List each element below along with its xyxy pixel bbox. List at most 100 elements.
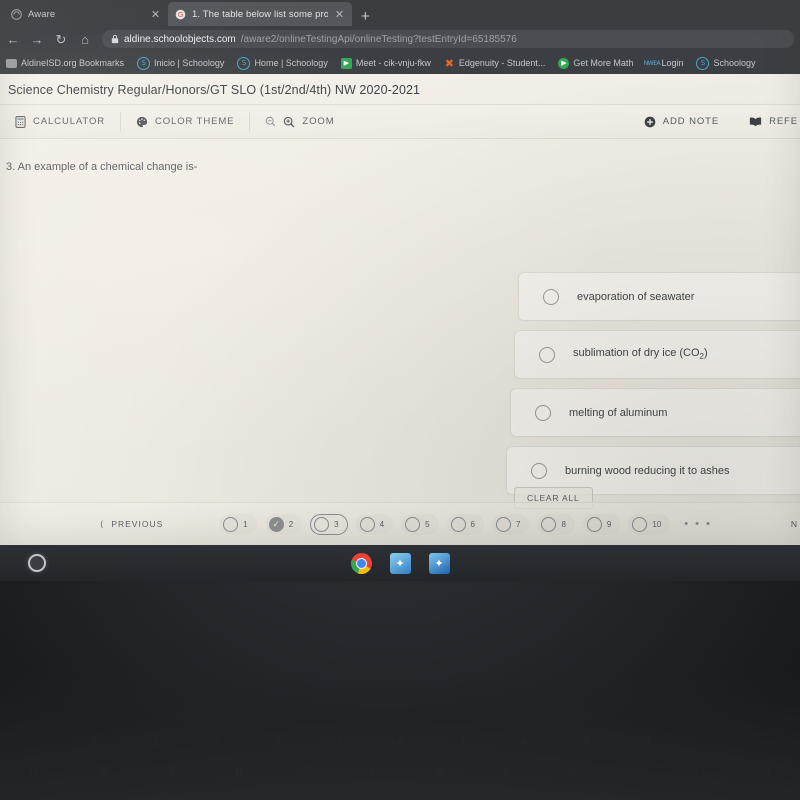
app-glyph: ✦ bbox=[434, 557, 444, 570]
page-title: Science Chemistry Regular/Honors/GT SLO … bbox=[8, 83, 421, 97]
calculator-label: CALCULATOR bbox=[33, 116, 105, 127]
question-number: 2 bbox=[288, 519, 294, 529]
tab-close-icon[interactable]: ✕ bbox=[150, 8, 161, 21]
browser-tab-0[interactable]: Aware ✕ bbox=[4, 2, 168, 26]
bookmark-item-4[interactable]: ✖ Edgenuity - Student... bbox=[444, 57, 546, 70]
app-icon-blue-1[interactable]: ✦ bbox=[389, 552, 411, 574]
toolbar-right-group: ADD NOTE REFE bbox=[629, 116, 800, 128]
test-page: Science Chemistry Regular/Honors/GT SLO … bbox=[0, 74, 800, 545]
folder-icon bbox=[6, 58, 17, 68]
question-status-dot-answered: ✓ bbox=[268, 516, 284, 532]
new-tab-button[interactable]: + bbox=[352, 9, 379, 26]
keyboard-row-upper: ~1 2 3 4 5 6 7 8 9 0- = bbox=[27, 735, 773, 748]
bookmark-label: AldineISD.org Bookmarks bbox=[21, 58, 125, 68]
book-icon bbox=[749, 117, 762, 127]
answer-option-label: melting of aluminum bbox=[569, 406, 668, 419]
browser-tab-title: 1. The table below list some pro bbox=[192, 8, 328, 20]
plus-circle-icon bbox=[644, 116, 656, 127]
answer-options-list: evaporation of seawater sublimation of d… bbox=[506, 272, 800, 504]
radio-button[interactable] bbox=[535, 404, 551, 421]
bookmark-item-6[interactable]: NWEA Login bbox=[643, 58, 684, 69]
reload-icon[interactable]: ↻ bbox=[54, 33, 68, 46]
answer-option-label: sublimation of dry ice (CO2) bbox=[573, 347, 708, 362]
schoology-icon: S bbox=[696, 56, 710, 70]
question-nav-item-8[interactable]: 8 bbox=[537, 513, 575, 535]
bookmark-item-1[interactable]: S Inicio | Schoology bbox=[137, 56, 225, 70]
question-status-dot bbox=[495, 516, 511, 532]
question-number: 9 bbox=[606, 519, 612, 529]
zoom-control[interactable]: ZOOM bbox=[250, 105, 349, 138]
test-toolbar: CALCULATOR COLOR THEME ZOOM ADD NOTE REF… bbox=[0, 104, 800, 139]
answer-option-label: burning wood reducing it to ashes bbox=[565, 464, 730, 477]
calculator-icon bbox=[15, 115, 26, 128]
radio-button[interactable] bbox=[539, 346, 555, 363]
keyboard-row-lower: QWERTY U I O P[] bbox=[29, 765, 770, 778]
address-bar[interactable]: aldine.schoolobjects.com/aware2/onlineTe… bbox=[102, 30, 794, 48]
radio-button[interactable] bbox=[531, 462, 547, 479]
question-number: 6 bbox=[470, 519, 475, 529]
get-more-math-icon: ▶ bbox=[558, 57, 570, 69]
bookmark-label: Schoology bbox=[713, 58, 756, 68]
lock-icon bbox=[111, 34, 119, 44]
launcher-button[interactable] bbox=[28, 554, 46, 572]
aware-icon bbox=[11, 8, 22, 20]
bookmark-item-0[interactable]: AldineISD.org Bookmarks bbox=[6, 58, 124, 68]
chrome-icon[interactable] bbox=[350, 552, 372, 574]
question-status-dot bbox=[223, 516, 239, 532]
reference-button[interactable]: REFE bbox=[734, 116, 800, 127]
question-number: 10 bbox=[652, 519, 662, 529]
bookmark-label: Inicio | Schoology bbox=[154, 58, 225, 68]
question-nav-item-5[interactable]: 5 bbox=[401, 513, 439, 535]
home-icon[interactable]: ⌂ bbox=[78, 33, 92, 46]
color-theme-button[interactable]: COLOR THEME bbox=[121, 105, 249, 138]
question-number: 5 bbox=[425, 519, 430, 529]
back-arrow-icon[interactable]: ← bbox=[6, 33, 20, 46]
question-number: 8 bbox=[561, 519, 566, 529]
tab-close-icon[interactable]: ✕ bbox=[334, 8, 345, 21]
radio-button[interactable] bbox=[543, 288, 559, 305]
zoom-out-icon[interactable] bbox=[265, 116, 276, 127]
chevron-left-icon: ⟨ bbox=[100, 518, 105, 529]
calculator-button[interactable]: CALCULATOR bbox=[0, 105, 120, 138]
bookmark-label: Meet - cik-vnju-fkw bbox=[355, 58, 431, 68]
nwea-icon: NWEA bbox=[643, 59, 661, 67]
question-nav-item-10[interactable]: 10 bbox=[628, 513, 671, 535]
question-nav-item-7[interactable]: 7 bbox=[491, 513, 530, 535]
question-nav-item-6[interactable]: 6 bbox=[446, 513, 484, 535]
question-nav-item-4[interactable]: 4 bbox=[355, 513, 394, 535]
answer-option-2[interactable]: melting of aluminum bbox=[510, 388, 800, 437]
question-status-dot bbox=[450, 516, 466, 532]
answer-option-0[interactable]: evaporation of seawater bbox=[518, 272, 800, 321]
next-button[interactable]: N bbox=[791, 519, 798, 529]
more-questions-ellipsis[interactable]: • • • bbox=[684, 518, 712, 530]
bookmark-label: Home | Schoology bbox=[254, 58, 328, 68]
bookmark-label: Login bbox=[661, 58, 684, 68]
question-nav-item-1[interactable]: 1 bbox=[219, 513, 257, 535]
bookmark-item-3[interactable]: ▶ Meet - cik-vnju-fkw bbox=[340, 57, 431, 69]
add-note-button[interactable]: ADD NOTE bbox=[629, 116, 734, 128]
question-nav-item-3-current[interactable]: 3 bbox=[310, 513, 348, 535]
url-host: aldine.schoolobjects.com bbox=[124, 33, 236, 45]
zoom-in-icon[interactable] bbox=[283, 116, 295, 128]
question-status-dot bbox=[405, 516, 421, 532]
question-number: 3 bbox=[334, 519, 339, 529]
question-status-dot bbox=[586, 516, 602, 532]
bookmark-item-2[interactable]: S Home | Schoology bbox=[237, 56, 328, 70]
question-nav-item-2[interactable]: ✓ 2 bbox=[264, 513, 303, 535]
forward-arrow-icon[interactable]: → bbox=[30, 33, 44, 46]
bookmark-label: Edgenuity - Student... bbox=[458, 58, 546, 68]
app-icon-blue-2[interactable]: ✦ bbox=[428, 552, 450, 574]
bookmark-item-7[interactable]: S Schoology bbox=[696, 56, 756, 70]
reference-label: REFE bbox=[769, 116, 798, 127]
previous-label: PREVIOUS bbox=[111, 519, 164, 529]
url-path: /aware2/onlineTestingApi/onlineTesting?t… bbox=[240, 33, 517, 45]
schoology-icon: S bbox=[137, 56, 151, 70]
browser-tab-title: Aware bbox=[28, 8, 56, 20]
google-icon: G bbox=[175, 9, 186, 19]
question-status-dot bbox=[359, 516, 375, 532]
previous-button[interactable]: ⟨ PREVIOUS bbox=[100, 519, 163, 530]
browser-tab-1[interactable]: G 1. The table below list some pro ✕ bbox=[168, 2, 352, 26]
bookmark-item-5[interactable]: ▶ Get More Math bbox=[558, 57, 633, 69]
answer-option-1[interactable]: sublimation of dry ice (CO2) bbox=[514, 330, 800, 379]
question-nav-item-9[interactable]: 9 bbox=[582, 513, 621, 535]
